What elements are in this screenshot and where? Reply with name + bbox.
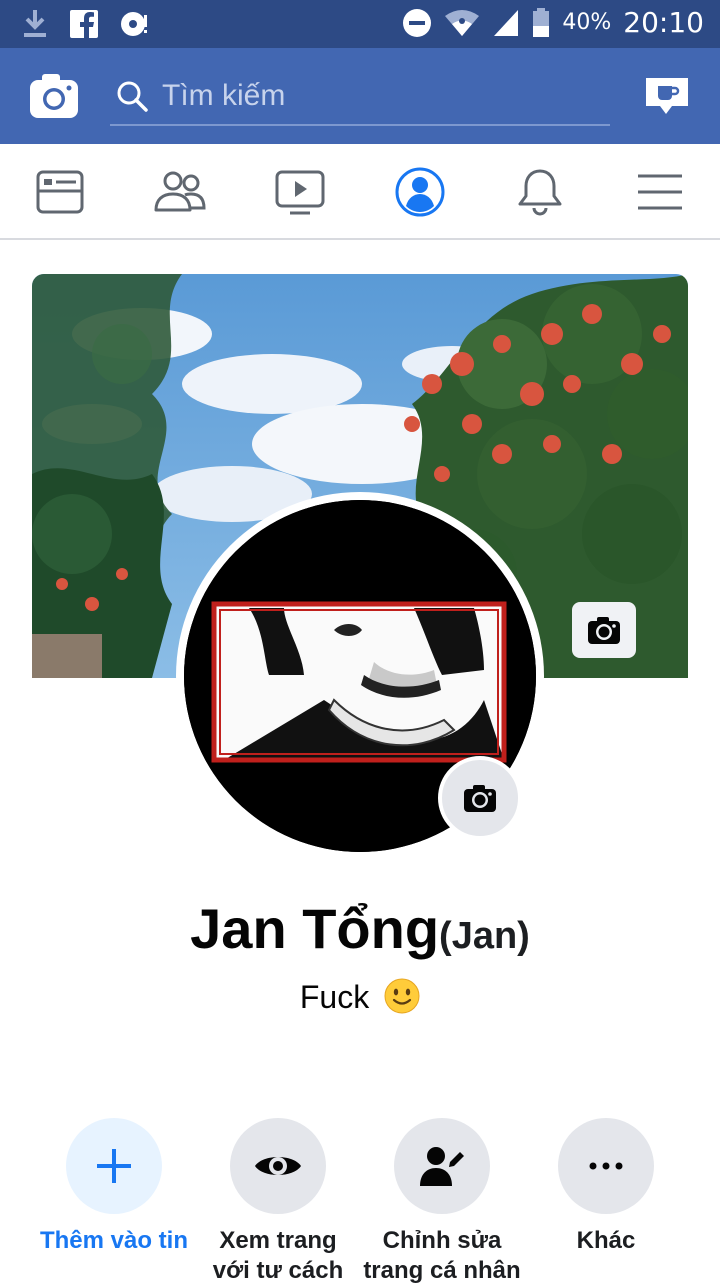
tab-bar [0,144,720,240]
tab-notifications[interactable] [512,166,568,218]
bell-icon [518,169,562,216]
disc-icon [121,12,147,36]
camera-icon [464,785,496,812]
view-as-label: Xem trang với tư cách [212,1227,344,1284]
profile-content: Jan Tổng(Jan) Fuck Thêm vào tin Xem tran… [0,242,720,1284]
smiley-icon [384,978,420,1014]
tab-watch[interactable] [272,166,328,218]
edit-profile-button[interactable]: Chỉnh sửa trang cá nhân [352,1118,532,1286]
messenger-button[interactable] [642,72,692,122]
friends-icon [154,171,206,212]
plus-icon [97,1149,131,1183]
camera-button[interactable] [28,70,80,122]
battery-percent: 40% [562,10,612,35]
profile-icon [395,167,445,217]
messenger-icon [646,78,688,114]
more-circle[interactable] [558,1118,654,1214]
profile-name-row: Jan Tổng(Jan) [0,896,720,961]
tab-profile[interactable] [392,166,448,218]
profile-name: Jan Tổng [190,897,440,960]
search-icon [117,81,148,112]
status-bar: 40% 20:10 [0,0,720,48]
profile-actions: Thêm vào tin Xem trang với tư cách Chỉnh… [0,1118,720,1288]
more-label: Khác [576,1227,636,1254]
facebook-icon [70,10,98,38]
edit-profile-icon [420,1147,464,1186]
bio-text: Fuck [299,979,370,1015]
app-bar [0,48,720,144]
view-as-button[interactable]: Xem trang với tư cách [188,1118,368,1286]
profile-bio[interactable]: Fuck [0,978,720,1016]
edit-profile-label: Chỉnh sửa trang cá nhân [363,1227,521,1284]
clock: 20:10 [623,6,704,39]
edit-cover-button[interactable] [572,602,636,658]
add-to-story-circle[interactable] [66,1118,162,1214]
menu-icon [638,174,682,210]
view-as-circle[interactable] [230,1118,326,1214]
tab-menu[interactable] [632,166,688,218]
more-button[interactable]: Khác [516,1118,696,1256]
eye-icon [255,1157,301,1175]
download-icon [24,10,46,37]
add-to-story-button[interactable]: Thêm vào tin [24,1118,204,1256]
search-bar[interactable] [110,70,610,126]
newsfeed-icon [36,170,84,214]
alternate-name: (Jan) [439,915,530,957]
signal-icon [494,9,519,36]
battery-icon [533,7,550,37]
tab-news-feed[interactable] [32,166,88,218]
tab-friends[interactable] [152,166,208,218]
dnd-icon [403,8,432,37]
camera-icon [588,617,620,644]
search-input[interactable] [162,76,602,116]
edit-profile-circle[interactable] [394,1118,490,1214]
video-icon [275,170,325,215]
wifi-icon [445,9,480,36]
camera-icon [30,74,78,118]
more-icon [589,1162,623,1170]
add-to-story-label: Thêm vào tin [39,1227,189,1254]
edit-profile-picture-button[interactable] [438,756,522,840]
